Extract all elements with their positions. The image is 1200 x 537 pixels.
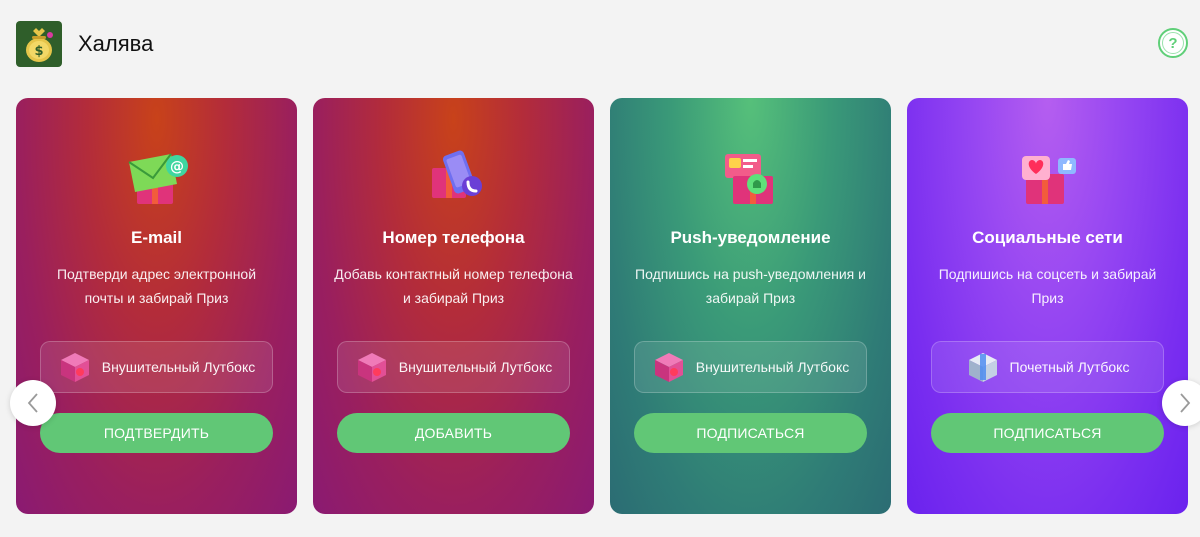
- help-icon: ?: [1168, 34, 1178, 52]
- svg-text:@: @: [170, 159, 184, 175]
- page-header: $ Халява ?: [16, 20, 1188, 68]
- card-title: Push-уведомление: [670, 228, 831, 247]
- card-description: Подпишись на соцсеть и забирай Приз: [938, 266, 1157, 306]
- carousel-prev-button[interactable]: [10, 380, 56, 426]
- honorable-lootbox-icon: [966, 350, 1000, 384]
- subscribe-social-button[interactable]: ПОДПИСАТЬСЯ: [931, 413, 1164, 453]
- notification-gift-icon: [715, 148, 787, 212]
- card-description: Подтверди адрес электронной почты и заби…: [56, 266, 257, 306]
- subscribe-push-button[interactable]: ПОДПИСАТЬСЯ: [634, 413, 867, 453]
- card-description: Подпишись на push-уведомления и забирай …: [635, 266, 866, 306]
- confirm-email-button[interactable]: ПОДТВЕРДИТЬ: [40, 413, 273, 453]
- chevron-left-icon: [27, 393, 38, 413]
- social-gift-icon: [1012, 148, 1084, 212]
- quest-card-push: Push-уведомление Подпишись на push-уведо…: [610, 98, 891, 514]
- prize-badge: Почетный Лутбокс: [931, 341, 1164, 393]
- card-title: Социальные сети: [972, 228, 1123, 247]
- prize-label: Внушительный Лутбокс: [695, 359, 850, 375]
- quest-card-social: Социальные сети Подпишись на соцсеть и з…: [907, 98, 1188, 514]
- page-title: Халява: [78, 31, 154, 56]
- prize-badge: Внушительный Лутбокс: [634, 341, 867, 393]
- prize-label: Внушительный Лутбокс: [398, 359, 553, 375]
- lootbox-icon: [58, 350, 92, 384]
- quest-card-phone: Номер телефона Добавь контактный номер т…: [313, 98, 594, 514]
- quest-carousel: @ E-mail Подтверди адрес электронной поч…: [10, 98, 1200, 514]
- card-title: E-mail: [130, 228, 183, 247]
- prize-badge: Внушительный Лутбокс: [40, 341, 273, 393]
- lootbox-icon: [355, 350, 389, 384]
- quest-card-email: @ E-mail Подтверди адрес электронной поч…: [16, 98, 297, 514]
- chevron-right-icon: [1180, 393, 1191, 413]
- add-phone-button[interactable]: ДОБАВИТЬ: [337, 413, 570, 453]
- card-description: Добавь контактный номер телефона и забир…: [334, 266, 573, 306]
- card-title: Номер телефона: [382, 228, 525, 247]
- prize-badge: Внушительный Лутбокс: [337, 341, 570, 393]
- help-button[interactable]: ?: [1158, 28, 1188, 58]
- prize-label: Внушительный Лутбокс: [101, 359, 256, 375]
- phone-gift-icon: [418, 148, 490, 212]
- carousel-next-button[interactable]: [1162, 380, 1200, 426]
- svg-text:$: $: [34, 44, 43, 59]
- email-gift-icon: @: [121, 148, 193, 212]
- prize-label: Почетный Лутбокс: [1009, 359, 1130, 375]
- money-bag-icon: $: [16, 21, 62, 67]
- lootbox-icon: [652, 350, 686, 384]
